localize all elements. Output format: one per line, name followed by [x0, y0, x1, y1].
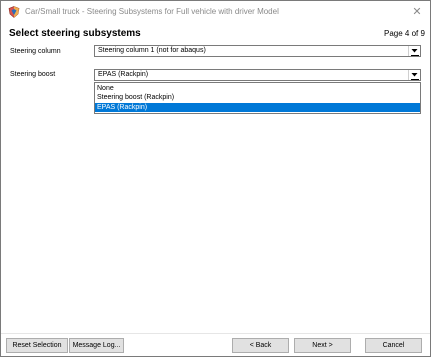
reset-selection-button[interactable]: Reset Selection [6, 338, 68, 353]
page-title: Select steering subsystems [9, 28, 141, 39]
title-bar: Car/Small truck - Steering Subsystems fo… [1, 1, 430, 23]
steering-column-select[interactable]: Steering column 1 (not for abaqus) [94, 45, 421, 57]
steering-boost-value: EPAS (Rackpin) [98, 71, 149, 78]
steering-boost-dropdown-list: None Steering boost (Rackpin) EPAS (Rack… [94, 82, 421, 114]
steering-column-label: Steering column [10, 48, 61, 55]
page-indicator: Page 4 of 9 [384, 29, 425, 38]
cancel-button[interactable]: Cancel [365, 338, 422, 353]
footer-divider [1, 333, 430, 334]
window-title: Car/Small truck - Steering Subsystems fo… [25, 7, 279, 16]
close-icon[interactable]: ✕ [409, 4, 425, 20]
steering-column-value: Steering column 1 (not for abaqus) [98, 47, 206, 54]
steering-boost-select[interactable]: EPAS (Rackpin) [94, 69, 421, 81]
shield-icon [8, 6, 20, 18]
steering-boost-label: Steering boost [10, 71, 56, 78]
dropdown-option-epas-rackpin[interactable]: EPAS (Rackpin) [95, 103, 420, 112]
dropdown-option-none[interactable]: None [95, 84, 420, 93]
next-button[interactable]: Next > [294, 338, 351, 353]
dialog-window: Car/Small truck - Steering Subsystems fo… [0, 0, 431, 357]
dropdown-option-steering-boost-rackpin[interactable]: Steering boost (Rackpin) [95, 93, 420, 102]
dropdown-underline [411, 55, 419, 56]
message-log-button[interactable]: Message Log... [69, 338, 124, 353]
page-header: Select steering subsystems Page 4 of 9 [1, 23, 430, 45]
dropdown-underline [411, 79, 419, 80]
back-button[interactable]: < Back [232, 338, 289, 353]
